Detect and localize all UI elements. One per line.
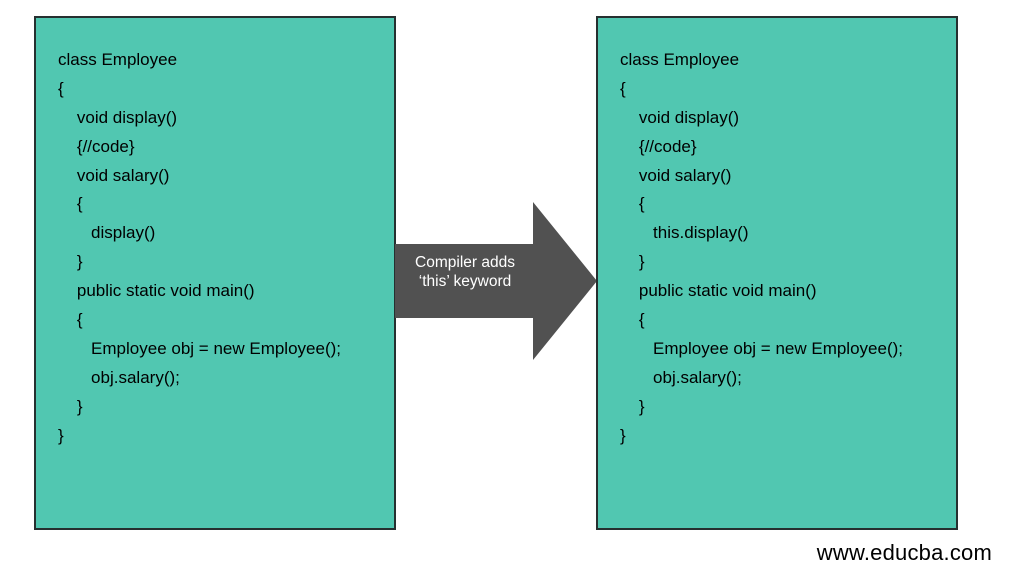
code-box-after: class Employee { void display() {//code}…	[596, 16, 958, 530]
code-line: {	[620, 306, 944, 335]
code-box-before: class Employee { void display() {//code}…	[34, 16, 396, 530]
code-line: }	[620, 248, 944, 277]
code-line: Employee obj = new Employee();	[58, 335, 382, 364]
transform-arrow: Compiler adds ‘this’ keyword	[395, 202, 597, 360]
code-line: Employee obj = new Employee();	[620, 335, 944, 364]
code-line: void salary()	[58, 162, 382, 191]
diagram-canvas: class Employee { void display() {//code}…	[0, 0, 1024, 572]
code-line: {//code}	[620, 133, 944, 162]
code-line: display()	[58, 219, 382, 248]
code-line: }	[58, 393, 382, 422]
code-line: void display()	[620, 104, 944, 133]
code-line: this.display()	[620, 219, 944, 248]
code-line: public static void main()	[620, 277, 944, 306]
code-line: }	[58, 248, 382, 277]
code-line: obj.salary();	[620, 364, 944, 393]
code-line: }	[620, 393, 944, 422]
code-line: class Employee	[58, 46, 382, 75]
code-line: obj.salary();	[58, 364, 382, 393]
code-line: {	[58, 306, 382, 335]
code-line: public static void main()	[58, 277, 382, 306]
code-line: {	[58, 75, 382, 104]
code-line: void display()	[58, 104, 382, 133]
code-line: void salary()	[620, 162, 944, 191]
attribution-text: www.educba.com	[817, 540, 992, 566]
code-line: {	[58, 190, 382, 219]
code-line: }	[620, 422, 944, 451]
code-line: }	[58, 422, 382, 451]
arrow-icon	[395, 202, 597, 360]
code-line: {	[620, 75, 944, 104]
code-line: {	[620, 190, 944, 219]
arrow-shape	[395, 202, 597, 360]
code-line: class Employee	[620, 46, 944, 75]
code-line: {//code}	[58, 133, 382, 162]
